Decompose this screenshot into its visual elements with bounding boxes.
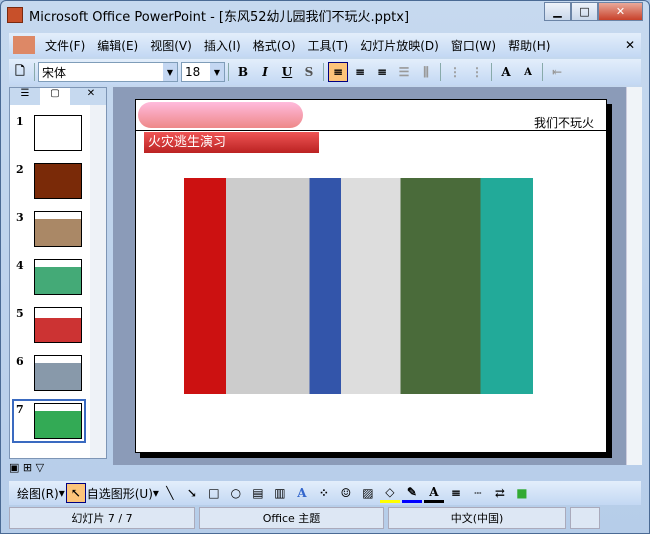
menu-insert[interactable]: 插入(I) [204,37,241,54]
minimize-button[interactable]: ▁ [544,2,571,21]
autoshapes-menu[interactable]: 自选图形(U) [87,485,153,502]
picture-icon[interactable]: ▨ [358,483,378,503]
draw-menu[interactable]: 绘图(R) [17,485,59,502]
bullets-icon[interactable]: ⋮ [467,62,487,82]
menu-tools[interactable]: 工具(T) [308,37,349,54]
status-slide: 幻灯片 7 / 7 [9,507,195,529]
numbering-icon[interactable]: ⋮ [445,62,465,82]
window: Microsoft Office PowerPoint - [东风52幼儿园我们… [0,0,650,534]
oval-icon[interactable]: ○ [226,483,246,503]
menu-format[interactable]: 格式(O) [253,37,296,54]
slide-thumb-6[interactable]: 6 [16,355,82,391]
slide-thumb-3[interactable]: 3 [16,211,82,247]
vertical-scrollbar[interactable] [626,87,642,465]
line-color-icon[interactable]: ✎ [401,483,422,503]
fire-drill-photo[interactable] [184,178,533,394]
vertical-text-icon[interactable]: ⫼ [416,62,436,82]
bee-banner [138,102,303,128]
slide-number: 6 [16,355,24,368]
arrow-icon[interactable]: ↘ [182,483,202,503]
font-select[interactable]: 宋体 ▼ [38,62,178,82]
slide-header: 我们不玩火 [533,116,594,130]
menu-window[interactable]: 窗口(W) [451,37,496,54]
document-icon [13,36,35,54]
slide-editor: 我们不玩火 火灾逃生演习 [113,87,626,465]
slide-title[interactable]: 火灾逃生演习 [144,132,319,153]
close-doc-icon[interactable]: ✕ [625,38,635,52]
new-icon[interactable]: 🗋 [10,62,30,82]
size-value: 18 [185,65,201,79]
slide-thumb-7[interactable]: 7 [12,399,86,443]
thumbs-scrollbar[interactable] [90,105,106,458]
close-pane-icon[interactable]: ✕ [76,88,106,105]
align-center-icon[interactable]: ≡ [350,62,370,82]
arrow-style-icon[interactable]: ⇄ [490,483,510,503]
status-bar: 幻灯片 7 / 7 Office 主题 中文(中国) [9,507,641,529]
vertical-textbox-icon[interactable]: ▥ [270,483,290,503]
menu-bar: 文件(F) 编辑(E) 视图(V) 插入(I) 格式(O) 工具(T) 幻灯片放… [9,33,641,57]
close-button[interactable]: ✕ [598,2,643,21]
powerpoint-icon [7,7,23,23]
menu-slideshow[interactable]: 幻灯片放映(D) [360,37,439,54]
slides-pane: ☰ ▢ ✕ 1 2 3 4 5 6 7 [9,87,107,459]
align-left-icon[interactable]: ≡ [328,62,348,82]
slide-thumb-4[interactable]: 4 [16,259,82,295]
drawing-toolbar: 绘图(R) ▾ ↖ 自选图形(U) ▾ ╲ ↘ □ ○ ▤ ▥ A ⁘ ☺ ▨ ◇ … [9,481,641,505]
size-select[interactable]: 18 ▼ [181,62,225,82]
underline-button[interactable]: U [277,62,297,82]
shadow-style-icon[interactable]: ■ [512,483,532,503]
diagram-icon[interactable]: ⁘ [314,483,334,503]
status-theme: Office 主题 [199,507,384,529]
fill-color-icon[interactable]: ◇ [379,483,400,503]
increase-font-icon[interactable]: A [496,62,516,82]
menu-edit[interactable]: 编辑(E) [97,37,138,54]
view-buttons[interactable]: ▣ ⊞ ▽ [9,461,44,474]
maximize-button[interactable]: □ [571,2,598,21]
slide-thumb-5[interactable]: 5 [16,307,82,343]
textbox-icon[interactable]: ▤ [248,483,268,503]
chevron-down-icon[interactable]: ▼ [163,63,177,81]
slide-number: 2 [16,163,24,176]
font-value: 宋体 [42,65,67,80]
slide-number: 7 [16,403,24,416]
wordart-icon[interactable]: A [292,483,312,503]
slide-number: 4 [16,259,24,272]
menu-file[interactable]: 文件(F) [45,37,85,54]
slide-number: 1 [16,115,24,128]
distribute-icon[interactable]: ☰ [394,62,414,82]
slide-number: 5 [16,307,24,320]
formatting-toolbar: 🗋 宋体 ▼ 18 ▼ B I U S ≡ ≡ ≡ ☰ ⫼ ⋮ ⋮ A A ⇤ [9,59,641,85]
title-bar: Microsoft Office PowerPoint - [东风52幼儿园我们… [1,1,649,29]
select-arrow-icon[interactable]: ↖ [65,483,86,503]
status-empty [570,507,600,529]
shadow-button[interactable]: S [299,62,319,82]
line-style-icon[interactable]: ≡ [446,483,466,503]
status-language: 中文(中国) [388,507,566,529]
italic-button[interactable]: I [255,62,275,82]
chevron-down-icon[interactable]: ▼ [210,63,224,81]
slides-tab[interactable]: ▢ [40,88,70,105]
line-icon[interactable]: ╲ [160,483,180,503]
font-color-icon[interactable]: A [423,483,444,503]
slide-thumb-2[interactable]: 2 [16,163,82,199]
slide-thumb-1[interactable]: 1 [16,115,82,151]
decrease-font-icon[interactable]: A [518,62,538,82]
slide-number: 3 [16,211,24,224]
menu-help[interactable]: 帮助(H) [508,37,550,54]
align-right-icon[interactable]: ≡ [372,62,392,82]
dash-style-icon[interactable]: ┄ [468,483,488,503]
window-title: Microsoft Office PowerPoint - [东风52幼儿园我们… [29,9,410,25]
menu-view[interactable]: 视图(V) [150,37,192,54]
bold-button[interactable]: B [233,62,253,82]
rectangle-icon[interactable]: □ [204,483,224,503]
slide: 我们不玩火 火灾逃生演习 [135,99,607,453]
clipart-icon[interactable]: ☺ [336,483,356,503]
outline-tab[interactable]: ☰ [10,88,40,105]
decrease-indent-icon[interactable]: ⇤ [547,62,567,82]
